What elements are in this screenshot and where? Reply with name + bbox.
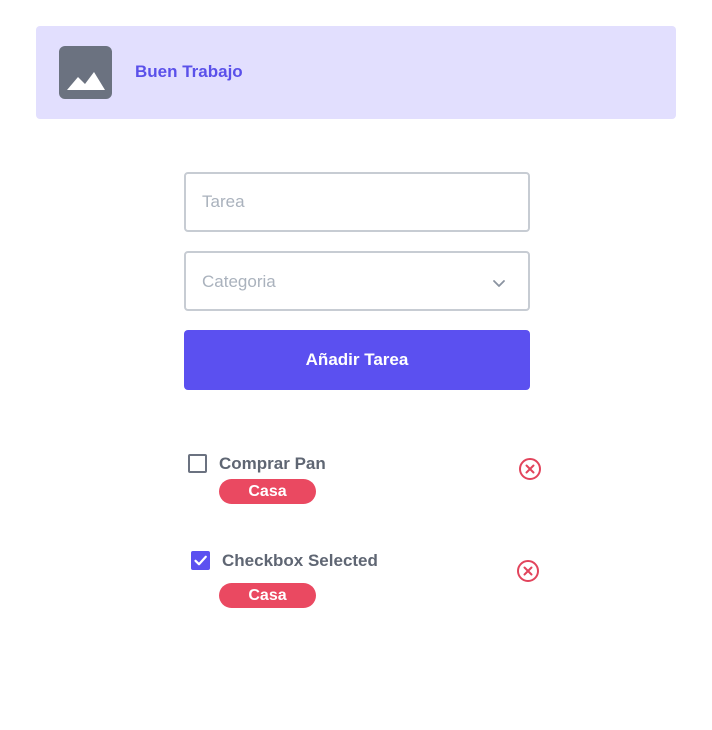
task-label: Checkbox Selected	[222, 551, 378, 570]
task-input[interactable]	[186, 174, 528, 230]
task-checkbox-checked[interactable]	[191, 551, 210, 570]
task-field[interactable]	[184, 172, 530, 232]
task-item: Comprar Pan Casa	[184, 452, 544, 522]
category-select-value: Categoria	[202, 272, 276, 291]
chevron-down-icon	[492, 276, 506, 294]
category-select[interactable]: Categoria	[184, 251, 530, 311]
page: Buen Trabajo Categoria Añadir Tarea Comp…	[0, 0, 712, 730]
banner-title: Buen Trabajo	[135, 62, 243, 81]
task-label: Comprar Pan	[219, 454, 326, 473]
category-tag: Casa	[219, 583, 316, 608]
category-tag: Casa	[219, 479, 316, 504]
banner: Buen Trabajo	[36, 26, 676, 119]
task-item: Checkbox Selected Casa	[184, 548, 544, 618]
task-checkbox[interactable]	[188, 454, 207, 473]
add-task-button[interactable]: Añadir Tarea	[184, 330, 530, 390]
image-placeholder-icon	[59, 46, 112, 99]
close-circle-icon[interactable]	[516, 559, 540, 583]
close-circle-icon[interactable]	[518, 457, 542, 481]
